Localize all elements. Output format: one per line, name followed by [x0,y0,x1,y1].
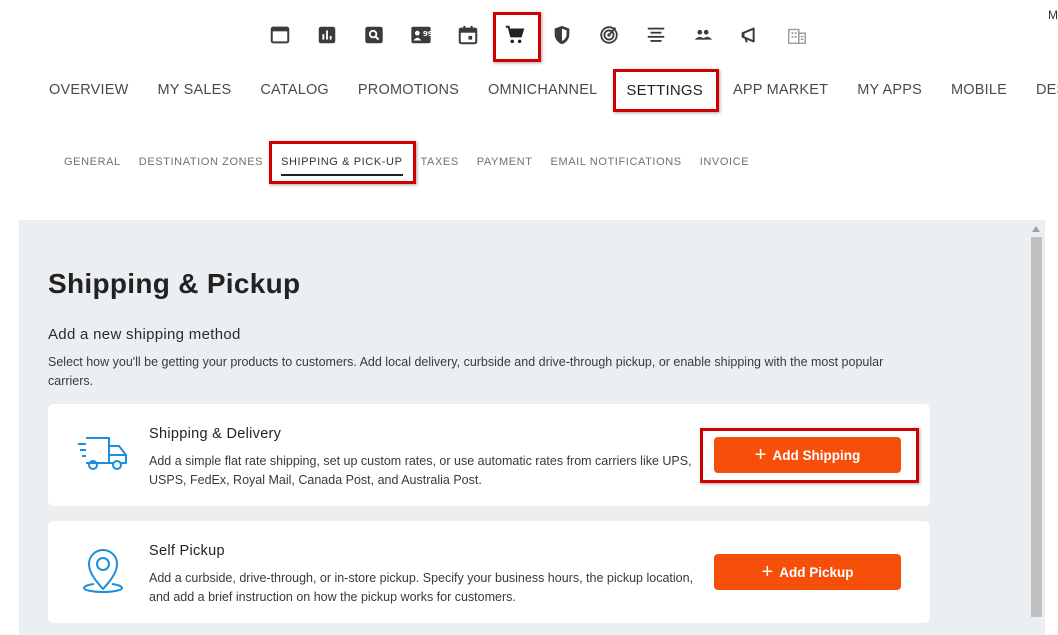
scrollbar-thumb[interactable] [1031,237,1042,617]
plus-icon: + [754,444,767,466]
bar-chart-icon[interactable] [303,18,350,52]
nav-promotions[interactable]: PROMOTIONS [358,82,459,98]
nav-overview[interactable]: OVERVIEW [49,82,129,98]
page-title: Shipping & Pickup [48,268,301,299]
search-box-icon[interactable] [350,18,397,52]
align-center-icon[interactable] [632,18,679,52]
target-icon[interactable] [585,18,632,52]
shipping-card-title: Shipping & Delivery [149,426,282,442]
testimonial-icon[interactable]: 99 [397,18,444,52]
add-shipping-label: Add Shipping [772,447,861,463]
building-icon[interactable] [773,18,820,52]
scrollbar[interactable] [1030,223,1043,635]
main-nav: OVERVIEW MY SALES CATALOG PROMOTIONS OMN… [49,68,1058,112]
add-shipping-button[interactable]: + Add Shipping [700,428,919,483]
section-description: Select how you'll be getting your produc… [48,355,884,388]
megaphone-icon[interactable] [726,18,773,52]
tab-destination-zones[interactable]: DESTINATION ZONES [139,156,263,168]
nav-design[interactable]: DESIGN [1036,82,1058,98]
scroll-up-arrow-icon[interactable] [1032,226,1040,232]
corner-text: M [1048,8,1058,22]
sub-nav-bar: GENERAL DESTINATION ZONES SHIPPING & PIC… [19,119,1045,220]
top-icon-bar: 99 [256,12,820,62]
tab-shipping-pickup-label: SHIPPING & PICK-UP [281,156,403,168]
shipping-card-description: Add a simple flat rate shipping, set up … [149,454,692,487]
tab-shipping-pickup[interactable]: SHIPPING & PICK-UP [269,141,417,184]
sub-nav: GENERAL DESTINATION ZONES SHIPPING & PIC… [64,141,767,184]
add-pickup-label: Add Pickup [779,564,854,580]
section-title: Add a new shipping method [48,326,241,343]
delivery-truck-icon [76,430,130,476]
active-tab-underline [281,174,403,176]
tab-payment[interactable]: PAYMENT [477,156,533,168]
tab-general[interactable]: GENERAL [64,156,121,168]
nav-catalog[interactable]: CATALOG [260,82,329,98]
pickup-card-title: Self Pickup [149,543,225,559]
tab-invoice[interactable]: INVOICE [700,156,749,168]
calendar-icon[interactable] [444,18,491,52]
pickup-card-description: Add a curbside, drive-through, or in-sto… [149,571,694,604]
cart-icon[interactable] [491,12,541,62]
nav-settings[interactable]: SETTINGS [613,68,719,112]
add-pickup-button[interactable]: + Add Pickup [714,554,901,590]
plus-icon: + [761,561,774,583]
location-pin-icon [76,547,130,593]
tab-email-notifications[interactable]: EMAIL NOTIFICATIONS [551,156,682,168]
settings-panel: GENERAL DESTINATION ZONES SHIPPING & PIC… [19,119,1045,635]
nav-my-apps[interactable]: MY APPS [857,82,922,98]
shipping-delivery-card: Shipping & Delivery Add a simple flat ra… [48,404,930,506]
shield-icon[interactable] [538,18,585,52]
nav-mobile[interactable]: MOBILE [951,82,1007,98]
nav-omnichannel[interactable]: OMNICHANNEL [488,82,597,98]
window-icon[interactable] [256,18,303,52]
self-pickup-card: Self Pickup Add a curbside, drive-throug… [48,521,930,623]
svg-text:99: 99 [422,29,431,38]
nav-my-sales[interactable]: MY SALES [158,82,232,98]
people-icon[interactable] [679,18,726,52]
nav-app-market[interactable]: APP MARKET [733,82,828,98]
tab-taxes[interactable]: TAXES [421,156,459,168]
